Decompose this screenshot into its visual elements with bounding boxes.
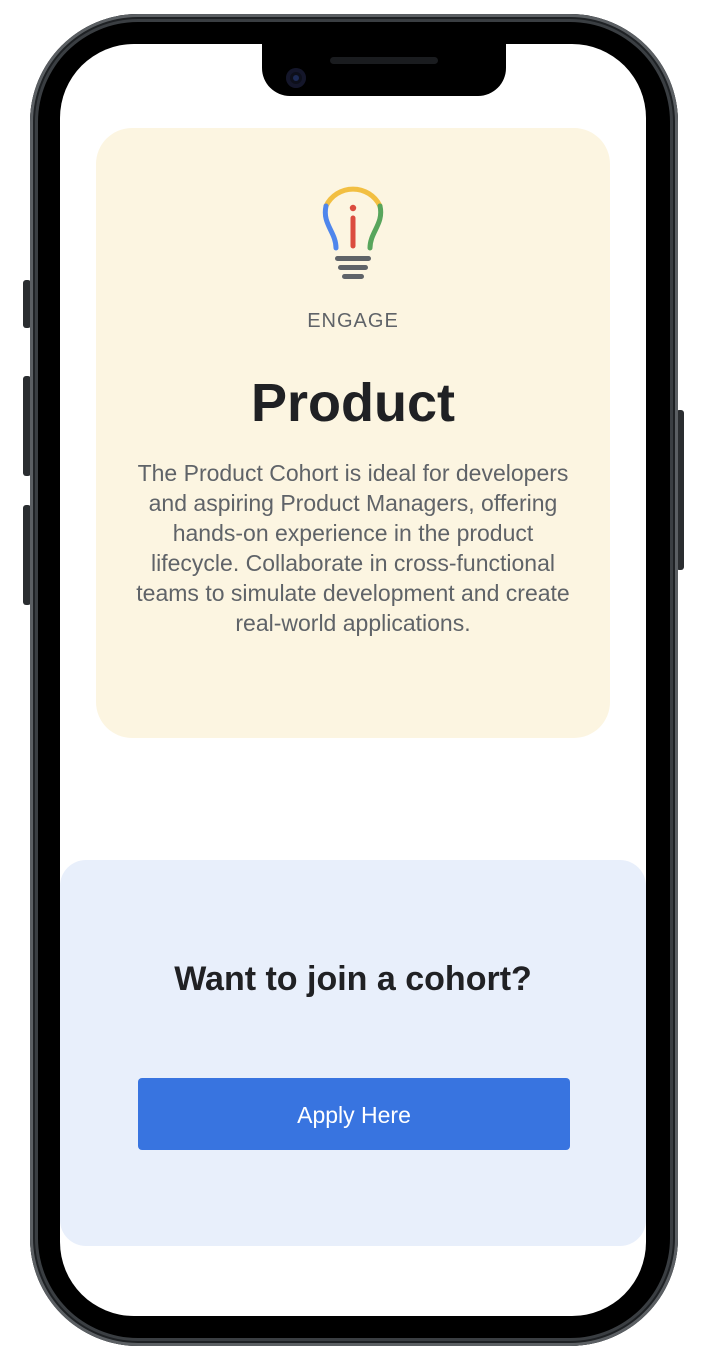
card-eyebrow: ENGAGE: [307, 310, 399, 332]
speaker-grille: [330, 57, 438, 64]
lightbulb-icon: [322, 186, 384, 279]
product-cohort-card: ENGAGE Product The Product Cohort is ide…: [96, 128, 610, 738]
apply-here-button[interactable]: Apply Here: [138, 1078, 570, 1150]
phone-screen: ENGAGE Product The Product Cohort is ide…: [60, 44, 646, 1316]
cta-heading: Want to join a cohort?: [174, 960, 532, 998]
card-description: The Product Cohort is ideal for develope…: [136, 460, 570, 636]
card-title: Product: [250, 373, 455, 433]
front-camera: [286, 68, 306, 88]
page: ENGAGE Product The Product Cohort is ide…: [0, 0, 706, 1362]
join-cohort-section: Want to join a cohort? Apply Here: [60, 860, 646, 1246]
phone-frame: ENGAGE Product The Product Cohort is ide…: [30, 14, 678, 1346]
